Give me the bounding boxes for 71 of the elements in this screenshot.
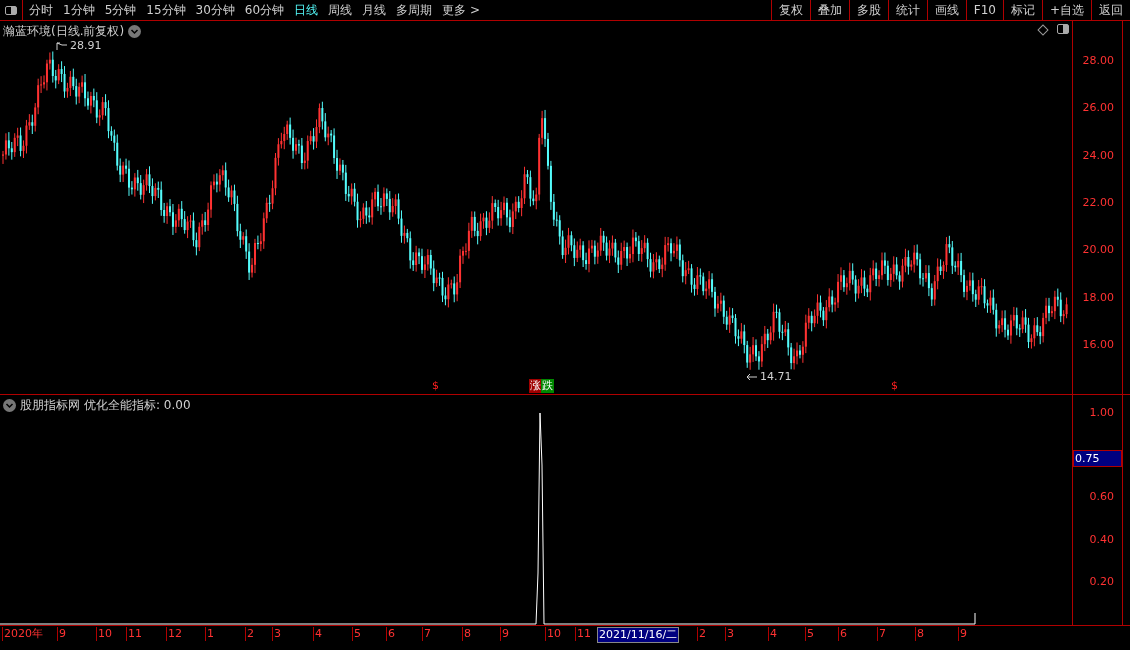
period-tab[interactable]: 30分钟 — [195, 1, 235, 19]
date-label: 8 — [462, 627, 472, 641]
toolbar-button[interactable]: 标记 — [1002, 0, 1042, 20]
date-label: 4 — [313, 627, 323, 641]
period-tab[interactable]: 5分钟 — [104, 1, 137, 19]
indicator-tick-label: 0.20 — [1089, 573, 1114, 590]
toolbar-button[interactable]: 多股 — [848, 0, 888, 20]
price-tick-label: 20.00 — [1082, 242, 1114, 259]
date-label: 11 — [575, 627, 592, 641]
toolbar-button[interactable]: 统计 — [887, 0, 927, 20]
date-label: 10 — [96, 627, 113, 641]
date-label: 12 — [166, 627, 183, 641]
panel-icon — [5, 5, 17, 15]
period-tab[interactable]: 月线 — [362, 1, 387, 19]
date-label: 3 — [272, 627, 282, 641]
period-tab[interactable]: 日线 — [294, 1, 319, 19]
date-label: 6 — [386, 627, 396, 641]
date-label: 9 — [500, 627, 510, 641]
date-label: 10 — [545, 627, 562, 641]
high-price-label: 28.91 — [70, 38, 102, 54]
date-label: 5 — [805, 627, 815, 641]
indicator-tick-label: 0.40 — [1089, 531, 1114, 548]
period-tab[interactable]: 分时 — [29, 1, 53, 19]
left-arrow-icon — [746, 373, 758, 382]
period-tab[interactable]: 60分钟 — [244, 1, 285, 19]
price-tick-label: 28.00 — [1082, 53, 1114, 69]
price-tick-label: 22.00 — [1082, 195, 1114, 211]
date-label: 7 — [877, 627, 887, 641]
toolbar-button[interactable]: +自选 — [1041, 0, 1091, 20]
price-tick-label: 16.00 — [1082, 337, 1114, 354]
date-label: 1 — [205, 627, 215, 641]
price-tick-label: 26.00 — [1082, 100, 1114, 117]
date-label: 4 — [768, 627, 778, 641]
date-label: 11 — [126, 627, 143, 641]
indicator-value: 优化全能指标: 0.00 — [84, 397, 191, 414]
chevron-down-icon[interactable] — [3, 398, 16, 412]
price-tick-label: 18.00 — [1082, 289, 1114, 306]
date-label: 9 — [958, 627, 968, 641]
date-label: 5 — [352, 627, 362, 641]
low-price-label: 14.71 — [760, 369, 792, 385]
date-label: 2021/11/16/二 — [597, 627, 680, 643]
indicator-tick-label: 0.60 — [1089, 489, 1114, 506]
date-label: 2 — [245, 627, 255, 641]
signal-marker: $ — [431, 379, 440, 393]
date-label: 8 — [915, 627, 925, 641]
toolbar-button[interactable]: 复权 — [770, 0, 810, 20]
date-label: 3 — [725, 627, 735, 641]
cursor-value-label: 0.75 — [1073, 450, 1122, 467]
date-label: 2020年 — [2, 627, 44, 641]
date-label: 2 — [697, 627, 707, 641]
date-label: 7 — [422, 627, 432, 641]
indicator-tick-label: 1.00 — [1089, 405, 1114, 421]
period-tab[interactable]: 15分钟 — [146, 1, 186, 19]
chevron-down-icon[interactable] — [128, 24, 142, 38]
toolbar-button[interactable]: 画线 — [926, 0, 966, 20]
period-tab[interactable]: 周线 — [328, 1, 353, 19]
toolbar-button[interactable]: F10 — [965, 0, 1003, 20]
signal-marker: 跌 — [541, 379, 554, 393]
date-label: 9 — [57, 627, 67, 641]
date-label: 6 — [838, 627, 848, 641]
signal-marker: $ — [890, 379, 899, 393]
indicator-name: 股朋指标网 — [20, 397, 80, 414]
period-tab[interactable]: 更多 > — [442, 1, 480, 19]
period-tab[interactable]: 1分钟 — [63, 1, 95, 19]
toolbar-button[interactable]: 返回 — [1091, 0, 1130, 20]
stock-title: 瀚蓝环境(日线.前复权) — [3, 23, 125, 40]
pointer-arrow-icon — [56, 42, 68, 51]
toolbar-button[interactable]: 叠加 — [809, 0, 849, 20]
period-tab[interactable]: 多周期 — [396, 1, 433, 19]
price-tick-label: 24.00 — [1082, 147, 1114, 164]
panel-icon[interactable] — [1057, 24, 1069, 34]
